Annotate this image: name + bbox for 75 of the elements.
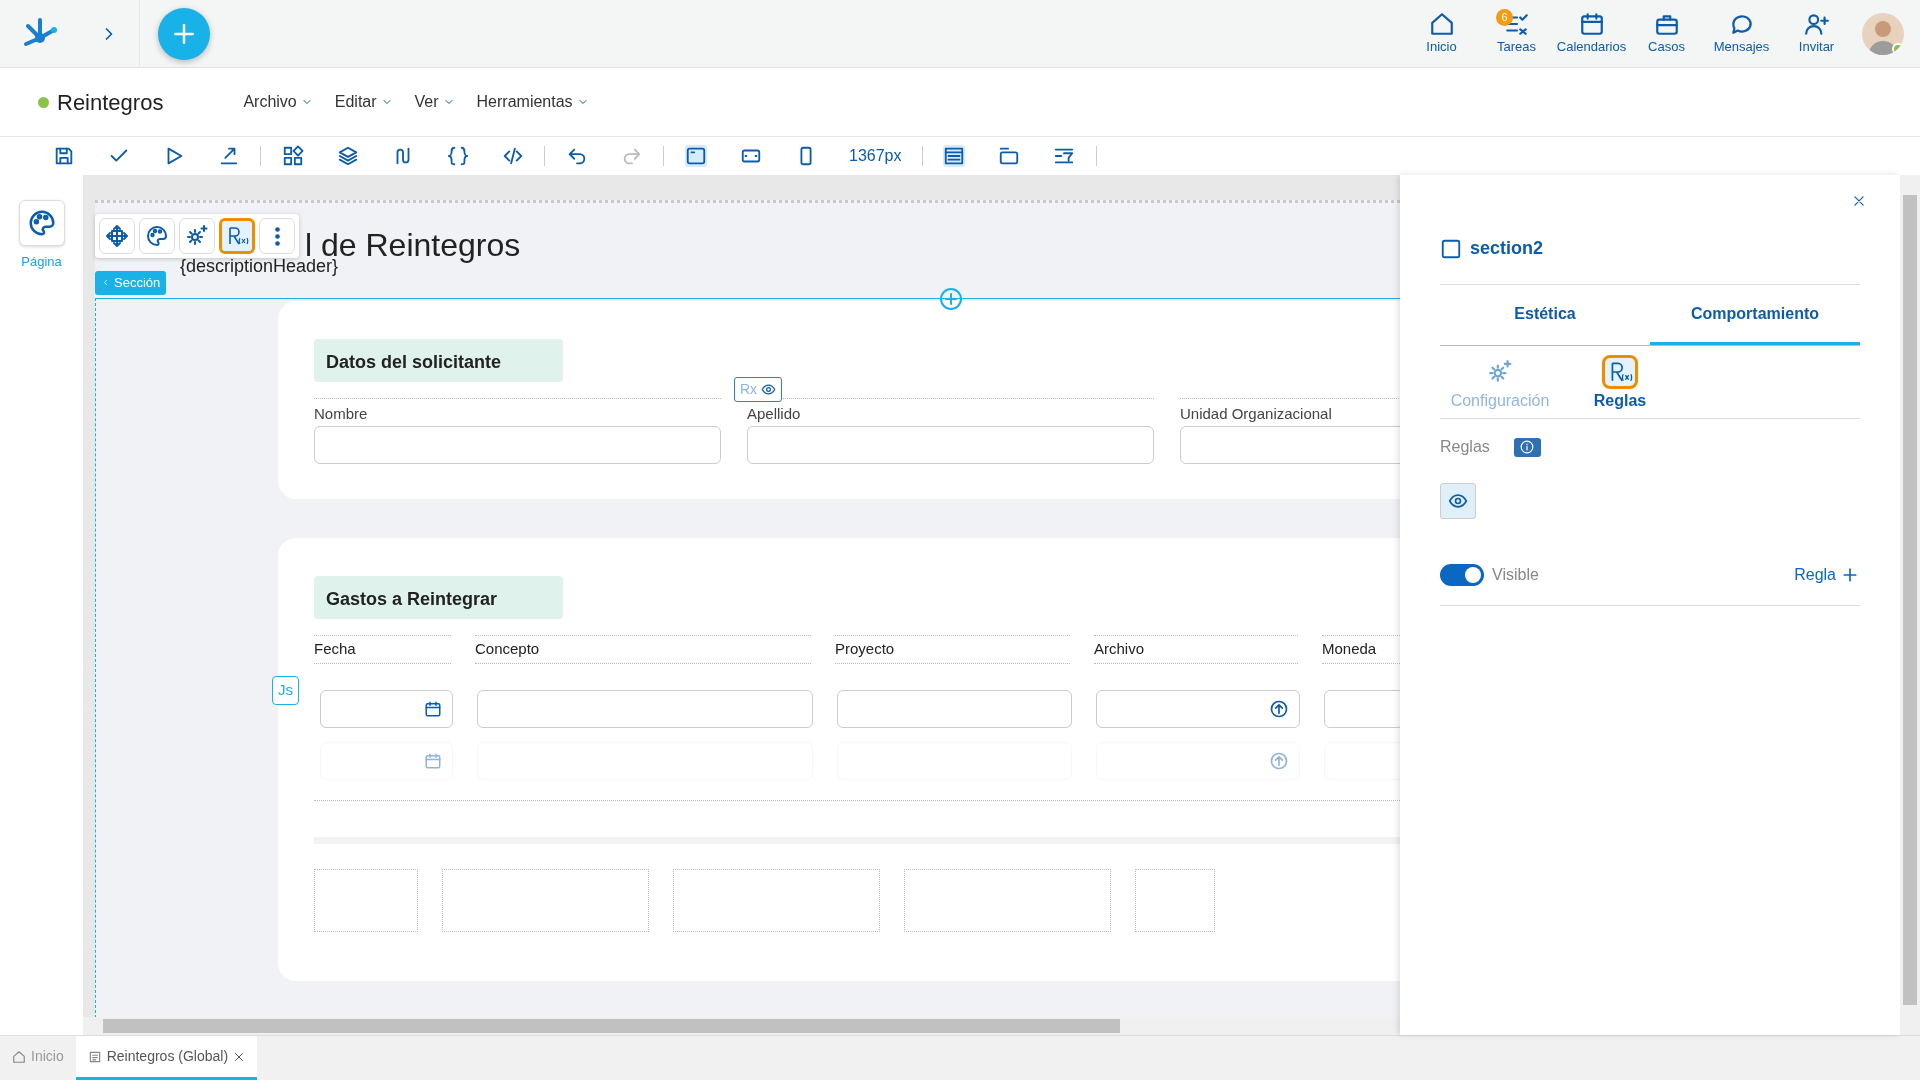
- home-icon: [1428, 10, 1455, 37]
- input-field[interactable]: [1324, 689, 1400, 728]
- column-header: Concepto: [475, 635, 811, 664]
- page-style-button[interactable]: [18, 200, 65, 246]
- nav-button[interactable]: Invitar: [1779, 10, 1854, 57]
- desktop-icon: [684, 145, 707, 167]
- upload-icon: [1269, 750, 1289, 771]
- panel-title: section2: [1470, 237, 1544, 260]
- nav-button[interactable]: Mensajes: [1704, 10, 1779, 57]
- rules-tool-button[interactable]: [219, 218, 255, 254]
- palette-icon: [145, 224, 169, 248]
- calendar-icon: [1578, 10, 1605, 37]
- vertical-scrollbar[interactable]: [1900, 175, 1920, 1035]
- status-dot: [38, 96, 49, 108]
- menu-button[interactable]: Archivo: [243, 90, 313, 114]
- document-tab[interactable]: Reintegros (Global): [75, 1036, 258, 1080]
- visibility-button[interactable]: [1440, 483, 1476, 519]
- input-field[interactable]: [314, 425, 721, 464]
- code-icon: [501, 145, 524, 167]
- more-icon: [274, 226, 280, 246]
- form-icon: [87, 1049, 102, 1064]
- calendar-icon: [424, 699, 442, 718]
- close-icon: [233, 1050, 246, 1063]
- palette-tool-button[interactable]: [139, 218, 175, 254]
- section-title: Datos del solicitante: [314, 339, 563, 382]
- gear-icon: [185, 224, 209, 248]
- eye-icon: [761, 382, 777, 397]
- panel-tab[interactable]: Estética: [1440, 285, 1650, 345]
- input-field[interactable]: [837, 689, 1072, 728]
- horizontal-scrollbar[interactable]: [83, 1017, 1400, 1035]
- gear-tool-button[interactable]: [179, 218, 215, 254]
- toggle-switch[interactable]: [1440, 564, 1484, 586]
- menu-button[interactable]: Editar: [334, 90, 393, 114]
- tabs-icon: [998, 145, 1020, 167]
- column-header: Fecha: [314, 635, 451, 664]
- move-tool-button[interactable]: [99, 218, 135, 254]
- info-icon: [1520, 440, 1535, 454]
- width-value: 1367px: [848, 146, 903, 166]
- upload-icon: [1269, 698, 1289, 719]
- column-header: Proyecto: [835, 635, 1070, 664]
- menu-button[interactable]: Herramientas: [476, 90, 589, 114]
- input-field[interactable]: [320, 689, 453, 728]
- eye-icon: [1448, 491, 1468, 511]
- column-header: Archivo: [1094, 635, 1298, 664]
- page-label: Página: [21, 253, 62, 271]
- home-icon: [12, 1049, 26, 1064]
- document-title: Reintegros: [57, 88, 164, 117]
- section-title: Gastos a Reintegrar: [314, 576, 563, 619]
- move-icon: [105, 224, 129, 248]
- count-badge: 6: [1496, 8, 1513, 26]
- input-field[interactable]: [747, 425, 1154, 464]
- panel-icon: [943, 145, 965, 167]
- nav-button[interactable]: Calendarios: [1554, 10, 1629, 57]
- info-button[interactable]: [1513, 437, 1541, 457]
- braces-icon: [446, 145, 469, 167]
- sub-tab[interactable]: Reglas: [1560, 354, 1680, 414]
- gear-icon: [1487, 359, 1513, 385]
- rule-label: Visible: [1492, 565, 1539, 585]
- add-rule-button[interactable]: Regla: [1794, 563, 1860, 587]
- menu-button[interactable]: Ver: [414, 90, 455, 114]
- nav-button[interactable]: 6 Tareas: [1479, 10, 1554, 57]
- layers-icon: [336, 145, 359, 167]
- rules-label: Reglas: [1440, 437, 1490, 457]
- nav-button[interactable]: Inicio: [1404, 10, 1479, 57]
- chevron-left-icon: [101, 278, 110, 288]
- panel-tab[interactable]: Comportamiento: [1650, 285, 1860, 345]
- square-icon: [1440, 237, 1462, 260]
- field-label: Nombre: [314, 398, 721, 426]
- nav-button[interactable]: Casos: [1629, 10, 1704, 57]
- input-field[interactable]: [477, 689, 813, 728]
- close-icon: [1852, 193, 1866, 208]
- calendar-icon: [424, 751, 442, 770]
- more-tool-button[interactable]: [259, 218, 295, 254]
- grid-icon: [281, 145, 304, 167]
- input-field[interactable]: [1096, 689, 1300, 728]
